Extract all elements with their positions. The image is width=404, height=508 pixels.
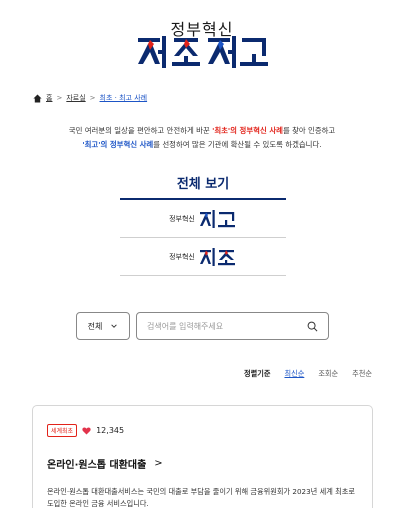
- case-card[interactable]: 세계최초 12,345 온라인·원스톱 대환대출 > 온라인·원스톱 대환대출서…: [32, 405, 373, 508]
- category-menu: 전체 보기 정부혁신 정부혁신: [120, 170, 286, 276]
- home-icon: [33, 93, 42, 103]
- search-field: [136, 312, 329, 340]
- intro-text-segment: 국민 여러분의 일상을 편안하고 안전하게 바꾼: [68, 126, 213, 135]
- menu-item-small-label: 정부혁신: [169, 214, 195, 223]
- category-select[interactable]: 전체: [76, 312, 130, 340]
- search-bar: 전체: [76, 312, 329, 340]
- menu-item-best[interactable]: 정부혁신: [120, 200, 286, 238]
- intro-text: 국민 여러분의 일상을 편안하고 안전하게 바꾼 '최초'의 정부혁신 사례를 …: [0, 124, 404, 152]
- intro-line-2: '최고'의 정부혁신 사례를 선정하여 많은 기관에 확산될 수 있도록 하겠습…: [0, 138, 404, 152]
- intro-text-segment: 를 찾아 인증하고: [282, 126, 336, 135]
- sort-option-views[interactable]: 조회순: [318, 369, 338, 379]
- menu-item-small-label: 정부혁신: [169, 252, 195, 261]
- chevron-down-icon: [111, 324, 118, 328]
- like-count: 12,345: [96, 426, 125, 435]
- chevron-right-icon: >: [154, 458, 163, 469]
- card-description: 온라인·원스톱 대환대출서비스는 국민의 대출로 부담을 줄이기 위해 금융위원…: [47, 487, 355, 508]
- intro-line-1: 국민 여러분의 일상을 편안하고 안전하게 바꾼 '최초'의 정부혁신 사례를 …: [0, 124, 404, 138]
- category-select-value: 전체: [87, 321, 103, 331]
- card-title: 온라인·원스톱 대환대출: [47, 460, 147, 471]
- menu-view-all[interactable]: 전체 보기: [120, 170, 286, 200]
- search-input[interactable]: [147, 321, 297, 331]
- intro-highlight-best: '최고'의 정부혁신 사례: [82, 140, 154, 149]
- best-logo-icon: [199, 209, 235, 228]
- heart-icon[interactable]: [82, 427, 91, 435]
- menu-item-first[interactable]: 정부혁신: [120, 238, 286, 276]
- breadcrumb-separator: >: [89, 94, 96, 102]
- intro-highlight-first: '최초'의 정부혁신 사례: [212, 126, 283, 135]
- card-meta: 세계최초 12,345: [47, 424, 124, 437]
- breadcrumb-item-current[interactable]: 최초 · 최고 사례: [100, 93, 148, 103]
- sort-bar: 정렬기준 최신순 조회순 추천순: [244, 369, 372, 379]
- sort-label: 정렬기준: [244, 369, 271, 378]
- sort-option-recommend[interactable]: 추천순: [352, 369, 372, 379]
- status-badge: 세계최초: [47, 424, 78, 437]
- breadcrumb-item-archive[interactable]: 자료실: [66, 93, 85, 103]
- logo-mark: [138, 36, 268, 68]
- breadcrumb-home[interactable]: 홈: [46, 93, 52, 103]
- breadcrumb-separator: >: [56, 94, 63, 102]
- first-logo-icon: [199, 247, 235, 266]
- breadcrumb: 홈 > 자료실 > 최초 · 최고 사례: [33, 93, 147, 103]
- sort-option-latest[interactable]: 최신순: [284, 369, 304, 379]
- intro-text-segment: 를 선정하여 많은 기관에 확산될 수 있도록 하겠습니다.: [153, 140, 322, 149]
- card-title-link[interactable]: 온라인·원스톱 대환대출 >: [47, 456, 163, 471]
- search-icon[interactable]: [307, 321, 318, 332]
